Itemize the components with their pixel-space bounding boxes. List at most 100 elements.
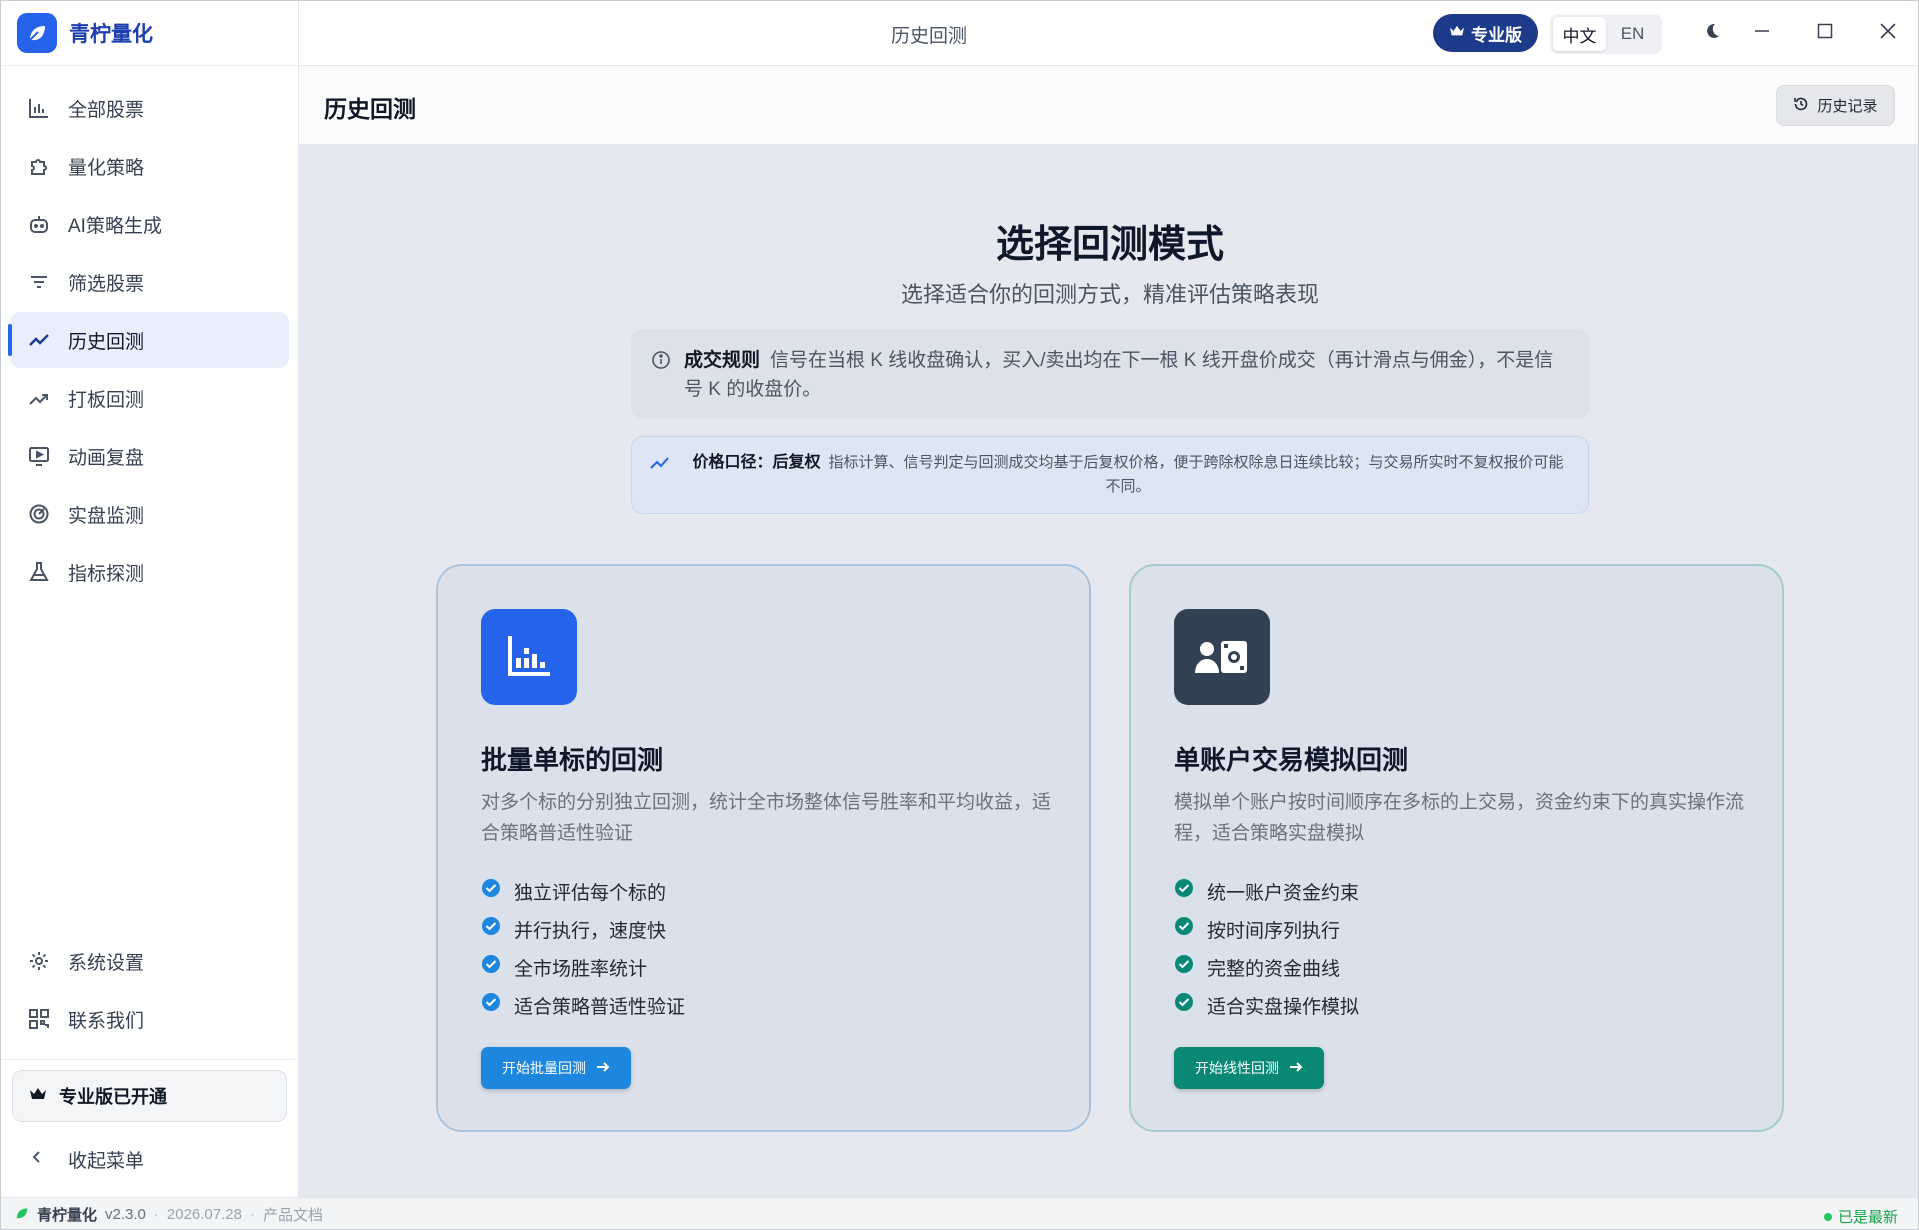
feature-label: 按时间序列执行 xyxy=(1207,920,1341,942)
leaf-logo-icon xyxy=(17,13,57,53)
feature-label: 适合策略普适性验证 xyxy=(514,996,686,1018)
dark-mode-toggle[interactable] xyxy=(1694,15,1730,51)
sidebar-item-backtest[interactable]: 历史回测 xyxy=(8,312,289,368)
sidebar-item-indicator-probe[interactable]: 指标探测 xyxy=(10,544,289,600)
sidebar-item-live-monitor[interactable]: 实盘监测 xyxy=(10,486,289,542)
status-bar: 青柠量化 v2.3.0 · 2026.07.28 · 产品文档 已是最新 xyxy=(1,1197,1918,1229)
titlebar: 历史回测 专业版 中文 EN xyxy=(299,1,1918,66)
check-circle-icon xyxy=(1174,878,1194,904)
check-circle-icon xyxy=(1174,916,1194,942)
minimize-button[interactable] xyxy=(1744,15,1780,51)
single-account-backtest-card[interactable]: 单账户交易模拟回测 模拟单个账户按时间顺序在多标的上交易，资金约束下的真实操作流… xyxy=(1129,564,1784,1132)
collapse-menu-button[interactable]: 收起菜单 xyxy=(10,1131,290,1187)
pro-status-box[interactable]: 专业版已开通 xyxy=(12,1070,287,1122)
moon-icon xyxy=(1703,22,1721,45)
app-window: 青柠量化 全部股票 量化策略 AI策略生成 筛选股票 历史回测 打板回测 动画复… xyxy=(0,0,1919,1230)
feature-item: 按时间序列执行 xyxy=(1174,910,1359,948)
puzzle-icon xyxy=(27,154,51,178)
gear-icon xyxy=(27,949,51,973)
chevron-left-icon xyxy=(30,1149,44,1170)
trend-line-icon xyxy=(650,455,670,479)
batch-backtest-card[interactable]: 批量单标的回测 对多个标的分别独立回测，统计全市场整体信号胜率和平均收益，适合策… xyxy=(436,564,1091,1132)
sidebar-bottom-nav: 系统设置 联系我们 xyxy=(1,931,299,1049)
crown-icon xyxy=(29,1086,47,1107)
sidebar-item-contact[interactable]: 联系我们 xyxy=(10,991,290,1047)
sidebar-item-screen-stocks[interactable]: 筛选股票 xyxy=(10,254,289,310)
sidebar-item-label: 指标探测 xyxy=(68,563,145,585)
card-title: 批量单标的回测 xyxy=(481,745,664,775)
feature-label: 并行执行，速度快 xyxy=(514,920,667,942)
update-status: 已是最新 xyxy=(1823,1206,1898,1227)
arrow-right-icon xyxy=(1289,1060,1303,1077)
main-content: 选择回测模式 选择适合你的回测方式，精准评估策略表现 成交规则 信号在当根 K 线… xyxy=(299,145,1918,1197)
sidebar-item-ai-strategy[interactable]: AI策略生成 xyxy=(10,196,289,252)
card-title: 单账户交易模拟回测 xyxy=(1174,745,1409,775)
feature-item: 独立评估每个标的 xyxy=(481,872,685,910)
status-version: v2.3.0 xyxy=(105,1206,146,1223)
leaf-logo-icon xyxy=(15,1206,29,1224)
info-icon xyxy=(651,350,671,379)
sidebar-item-animated-replay[interactable]: 动画复盘 xyxy=(10,428,289,484)
sidebar-item-label: 打板回测 xyxy=(68,389,145,411)
account-money-icon xyxy=(1174,609,1270,705)
sidebar-item-label: 联系我们 xyxy=(68,1010,145,1032)
trend-line-icon xyxy=(27,328,51,352)
card-description: 对多个标的分别独立回测，统计全市场整体信号胜率和平均收益，适合策略普适性验证 xyxy=(481,792,1052,844)
feature-label: 独立评估每个标的 xyxy=(514,882,667,904)
price-basis-label: 价格口径：后复权 xyxy=(692,454,821,471)
qr-code-icon xyxy=(27,1007,51,1031)
mode-title: 选择回测模式 xyxy=(995,224,1224,266)
filter-icon xyxy=(27,270,51,294)
sidebar-item-settings[interactable]: 系统设置 xyxy=(10,933,290,989)
brand: 青柠量化 xyxy=(1,1,298,66)
status-app-name: 青柠量化 xyxy=(37,1207,98,1224)
pro-badge[interactable]: 专业版 xyxy=(1433,14,1538,52)
history-records-label: 历史记录 xyxy=(1817,98,1878,115)
bar-chart-icon xyxy=(27,96,51,120)
feature-label: 全市场胜率统计 xyxy=(514,958,648,980)
separator: · xyxy=(249,1206,255,1223)
separator: · xyxy=(153,1206,159,1223)
lang-option-en[interactable]: EN xyxy=(1606,17,1659,51)
feature-item: 完整的资金曲线 xyxy=(1174,948,1359,986)
close-icon xyxy=(1879,22,1897,45)
check-circle-icon xyxy=(481,992,501,1018)
pro-badge-label: 专业版 xyxy=(1471,25,1522,45)
history-icon xyxy=(1793,96,1809,116)
maximize-button[interactable] xyxy=(1807,15,1843,51)
sidebar-item-quant-strategy[interactable]: 量化策略 xyxy=(10,138,289,194)
bar-chart-icon xyxy=(481,609,577,705)
feature-item: 并行执行，速度快 xyxy=(481,910,685,948)
sidebar-item-label: AI策略生成 xyxy=(68,215,162,237)
history-records-button[interactable]: 历史记录 xyxy=(1776,85,1895,126)
radar-icon xyxy=(27,502,51,526)
pro-status-label: 专业版已开通 xyxy=(59,1087,167,1107)
sidebar-item-label: 筛选股票 xyxy=(68,273,145,295)
close-button[interactable] xyxy=(1870,15,1906,51)
feature-item: 统一账户资金约束 xyxy=(1174,872,1359,910)
start-linear-backtest-button[interactable]: 开始线性回测 xyxy=(1174,1047,1324,1089)
price-basis-text: 指标计算、信号判定与回测成交均基于后复权价格，便于跨除权除息日连续比较；与交易所… xyxy=(828,454,1564,495)
robot-icon xyxy=(27,212,51,236)
feature-item: 适合实盘操作模拟 xyxy=(1174,986,1359,1024)
check-circle-icon xyxy=(1174,992,1194,1018)
docs-link[interactable]: 产品文档 xyxy=(263,1204,323,1225)
feature-label: 适合实盘操作模拟 xyxy=(1207,996,1360,1018)
feature-list: 独立评估每个标的 并行执行，速度快 全市场胜率统计 适合策略普适性验证 xyxy=(481,872,685,1024)
button-label: 开始批量回测 xyxy=(502,1060,586,1076)
sidebar-item-all-stocks[interactable]: 全部股票 xyxy=(10,80,289,136)
price-basis-notice: 价格口径：后复权 指标计算、信号判定与回测成交均基于后复权价格，便于跨除权除息日连… xyxy=(631,436,1589,514)
window-title: 历史回测 xyxy=(890,26,967,47)
sidebar-item-label: 动画复盘 xyxy=(68,447,145,469)
start-batch-backtest-button[interactable]: 开始批量回测 xyxy=(481,1047,631,1089)
lang-option-zh[interactable]: 中文 xyxy=(1553,17,1606,51)
sidebar-item-label: 量化策略 xyxy=(68,157,145,179)
app-name: 青柠量化 xyxy=(69,23,153,46)
sidebar-divider xyxy=(1,1059,299,1060)
page-title: 历史回测 xyxy=(324,96,416,122)
sidebar-nav: 全部股票 量化策略 AI策略生成 筛选股票 历史回测 打板回测 动画复盘 实盘监… xyxy=(1,66,298,600)
feature-label: 统一账户资金约束 xyxy=(1207,882,1360,904)
trade-rule-text: 信号在当根 K 线收盘确认，买入/卖出均在下一根 K 线开盘价成交（再计滑点与佣… xyxy=(684,350,1554,400)
check-circle-icon xyxy=(481,954,501,980)
sidebar-item-limit-up-backtest[interactable]: 打板回测 xyxy=(10,370,289,426)
